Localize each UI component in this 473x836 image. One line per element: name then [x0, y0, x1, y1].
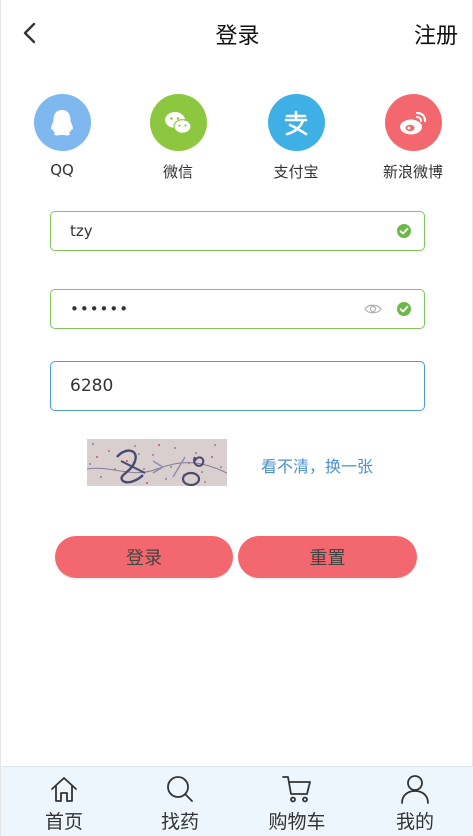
- password-field-wrapper: [50, 289, 425, 329]
- cart-icon: [282, 776, 311, 803]
- social-label-wechat: 微信: [162, 163, 193, 181]
- tab-label-find-medicine: 找药: [160, 811, 199, 833]
- user-icon: [401, 775, 429, 804]
- check-circle-icon: [397, 302, 411, 316]
- social-login-options: QQ 微信 支付宝 新浪微博: [1, 94, 473, 194]
- check-circle-icon: [397, 224, 411, 238]
- social-label-weibo: 新浪微博: [382, 163, 443, 181]
- register-button[interactable]: 注册: [414, 18, 458, 50]
- qq-icon: [33, 94, 91, 151]
- tab-find-medicine[interactable]: 找药: [140, 773, 220, 834]
- reset-button[interactable]: 重置: [238, 536, 417, 578]
- social-login-alipay[interactable]: 支付宝: [251, 94, 341, 182]
- search-icon: [167, 776, 193, 802]
- password-input[interactable]: [51, 290, 364, 328]
- social-login-qq[interactable]: QQ: [17, 94, 107, 179]
- tab-profile[interactable]: 我的: [375, 773, 455, 834]
- home-icon: [51, 777, 77, 802]
- tab-cart[interactable]: 购物车: [257, 773, 337, 834]
- captcha-input[interactable]: [51, 362, 424, 410]
- social-label-qq: QQ: [50, 161, 74, 179]
- social-label-alipay: 支付宝: [273, 163, 319, 181]
- username-input[interactable]: [51, 212, 396, 250]
- social-login-wechat[interactable]: 微信: [133, 94, 223, 182]
- tab-label-cart: 购物车: [268, 811, 326, 833]
- login-button[interactable]: 登录: [55, 536, 233, 578]
- header: 登录 注册: [1, 0, 473, 66]
- captcha-field-wrapper: [50, 361, 425, 411]
- weibo-icon: [384, 94, 442, 151]
- tab-label-profile: 我的: [395, 811, 434, 833]
- captcha-image[interactable]: [87, 439, 227, 486]
- tab-home[interactable]: 首页: [24, 773, 104, 834]
- eye-icon[interactable]: [364, 302, 382, 316]
- alipay-icon: [267, 94, 325, 151]
- refresh-captcha-link[interactable]: 看不清，换一张: [261, 453, 373, 477]
- bottom-tab-bar: 首页 找药 购物车 我的: [1, 766, 473, 836]
- tab-label-home: 首页: [44, 811, 83, 833]
- page-title: 登录: [215, 24, 260, 49]
- wechat-icon: [149, 94, 207, 151]
- username-field-wrapper: [50, 211, 425, 251]
- social-login-weibo[interactable]: 新浪微博: [368, 94, 458, 182]
- login-screen: 登录 注册 QQ 微信 支付宝 新浪微博 tzy •••••• 6280 看不清…: [0, 0, 473, 836]
